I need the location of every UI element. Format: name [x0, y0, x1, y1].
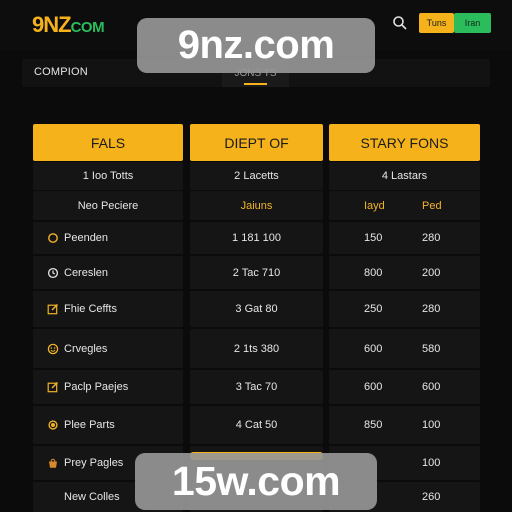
- row-label: Fhie Ceffts: [64, 303, 117, 315]
- section-title: COMPION: [34, 66, 88, 78]
- watermark-top: 9nz.com: [137, 18, 375, 73]
- row-values: 800 200: [329, 256, 480, 289]
- summary-cell-1: 1 Ioo Totts: [33, 162, 183, 190]
- table-row-name[interactable]: Peenden: [33, 222, 183, 254]
- column-header-2[interactable]: DIEPT OF: [190, 124, 323, 161]
- row-values: 600 600: [329, 370, 480, 404]
- summary-cell-3: 4 Lastars: [329, 162, 480, 190]
- edit-icon: [47, 303, 59, 315]
- row-values: 150 280: [329, 222, 480, 254]
- row-value: 1 181 100: [190, 222, 323, 254]
- join-button[interactable]: Iran: [454, 13, 491, 33]
- row-value-b: 100: [422, 419, 441, 431]
- search-icon[interactable]: [392, 15, 408, 31]
- table-row-name[interactable]: Crvegles: [33, 329, 183, 368]
- row-values: 250 280: [329, 291, 480, 327]
- table-row-name[interactable]: Plee Parts: [33, 406, 183, 444]
- logo-suffix: COM: [70, 19, 105, 36]
- row-label: Paclp Paejes: [64, 381, 129, 393]
- row-value-b: 580: [422, 342, 441, 355]
- row-value-a: 600: [364, 342, 383, 355]
- brand-logo[interactable]: 9NZCOM: [32, 12, 105, 38]
- row-value-b: 600: [422, 381, 441, 393]
- row-value-a: 250: [364, 303, 383, 315]
- row-label: Crvegles: [64, 342, 108, 355]
- row-value-b: 280: [422, 303, 441, 315]
- row-label: Plee Parts: [64, 419, 115, 431]
- table-row-name[interactable]: Cereslen: [33, 256, 183, 289]
- coin-icon: [47, 419, 59, 431]
- smile-icon: [47, 343, 59, 355]
- row-value: 4 Cat 50: [190, 406, 323, 444]
- circle-arrow-icon: [47, 232, 59, 244]
- table-row-name[interactable]: Fhie Ceffts: [33, 291, 183, 327]
- row-label: New Colles: [64, 491, 120, 503]
- subheader-cell-2: Jaiuns: [190, 191, 323, 220]
- row-label: Peenden: [64, 232, 109, 244]
- row-label: Prey Pagles: [64, 457, 124, 469]
- watermark-bottom: 15w.com: [135, 453, 377, 510]
- row-value-a: 850: [364, 419, 383, 431]
- row-value-a: 800: [364, 266, 383, 279]
- row-label: Cereslen: [64, 266, 109, 279]
- clock-icon: [47, 267, 59, 279]
- row-value-a: 600: [364, 381, 383, 393]
- subheader-cell-3: Iayd Ped: [329, 191, 480, 220]
- bag-icon: [47, 457, 59, 469]
- subheader-col-b: Ped: [422, 199, 442, 212]
- row-value: 3 Gat 80: [190, 291, 323, 327]
- row-value: 2 Tac 710: [190, 256, 323, 289]
- logo-main: 9NZ: [32, 12, 72, 37]
- row-values: 600 580: [329, 329, 480, 368]
- subheader-cell-1: Neo Peciere: [33, 191, 183, 220]
- table-row-name[interactable]: Paclp Paejes: [33, 370, 183, 404]
- column-header-3[interactable]: STARY FONS: [329, 124, 480, 161]
- edit-icon: [47, 381, 59, 393]
- row-value-b: 200: [422, 266, 441, 279]
- blank-icon: [47, 491, 59, 503]
- row-value-b: 100: [422, 457, 441, 469]
- login-button[interactable]: Tuns: [419, 13, 454, 33]
- row-value: 2 1ts 380: [190, 329, 323, 368]
- row-value: 3 Tac 70: [190, 370, 323, 404]
- subheader-col-a: Iayd: [364, 199, 385, 212]
- row-value-a: 150: [364, 232, 383, 244]
- summary-cell-2: 2 Lacetts: [190, 162, 323, 190]
- column-header-1[interactable]: FALS: [33, 124, 183, 161]
- row-value-b: 280: [422, 232, 441, 244]
- row-values: 850 100: [329, 406, 480, 444]
- row-value-b: 260: [422, 491, 441, 503]
